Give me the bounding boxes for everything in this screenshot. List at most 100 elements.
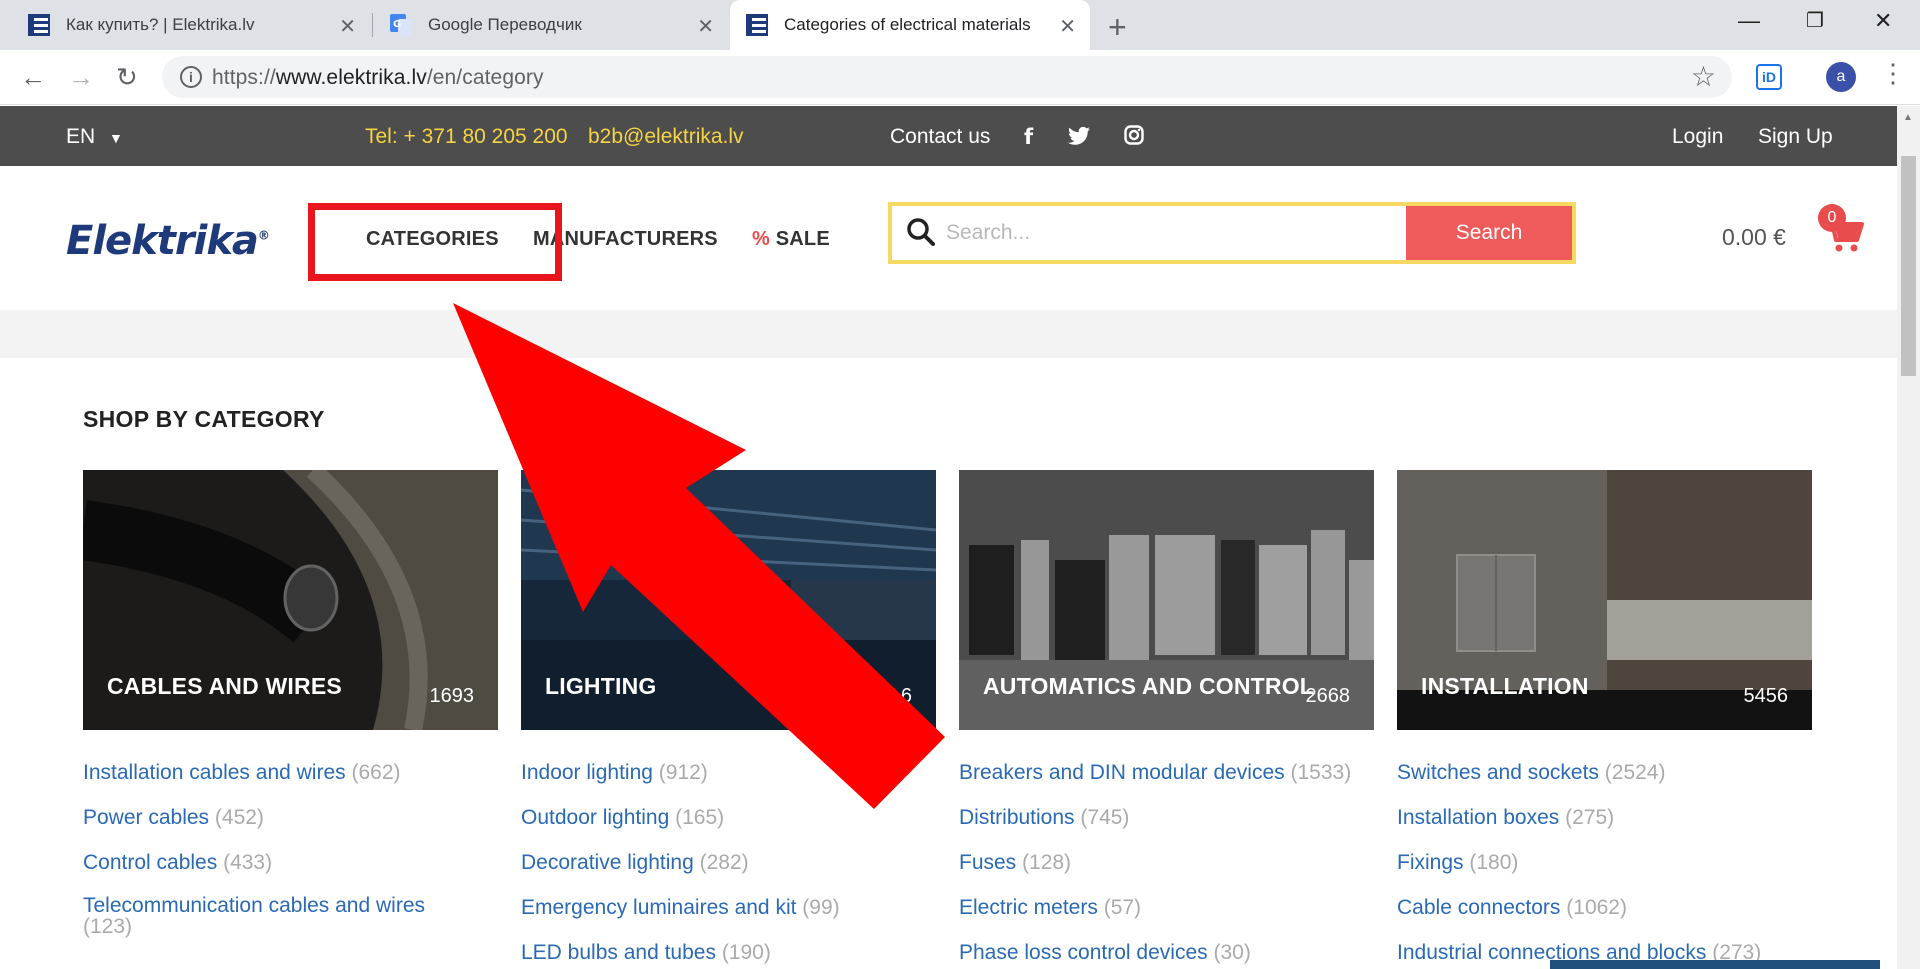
browser-tab-3-active[interactable]: Categories of electrical materials ✕ (730, 0, 1090, 50)
close-window-icon[interactable]: ✕ (1874, 8, 1892, 34)
subcategory-link[interactable]: Fuses (128) (959, 850, 1389, 875)
tab-title: Как купить? | Elektrika.lv (66, 15, 255, 34)
subcategory-label: Fuses (959, 851, 1017, 874)
subcategory-label: Outdoor lighting (521, 806, 670, 829)
subcategory-link[interactable]: Electric meters (57) (959, 895, 1389, 920)
subcategory-label: Indoor lighting (521, 761, 653, 784)
subcategory-count: (99) (802, 896, 840, 919)
subcategory-link[interactable]: Fixings (180) (1397, 850, 1827, 875)
subcategory-link[interactable]: Switches and sockets (2524) (1397, 760, 1827, 785)
subcategory-list-installation: Switches and sockets (2524) Installation… (1397, 760, 1827, 969)
reload-icon[interactable]: ↻ (116, 62, 138, 93)
profile-avatar[interactable]: a (1826, 62, 1856, 92)
subcategory-link[interactable]: Indoor lighting (912) (521, 760, 951, 785)
scrollbar-thumb[interactable] (1901, 156, 1916, 376)
subcategory-count: (190) (721, 941, 771, 964)
new-tab-icon[interactable]: + (1108, 9, 1127, 46)
scroll-up-icon[interactable]: ▲ (1903, 112, 1913, 123)
language-selector[interactable]: EN ▼ (66, 125, 123, 149)
browser-tab-1[interactable]: Как купить? | Elektrika.lv ✕ (0, 0, 370, 50)
subcategory-link[interactable]: Power cables (452) (83, 805, 473, 830)
subcategory-list-cables: Installation cables and wires (662) Powe… (83, 760, 473, 957)
category-card-installation[interactable]: INSTALLATION 5456 (1397, 470, 1812, 730)
subcategory-count: (275) (1565, 806, 1615, 829)
subcategory-link[interactable]: Emergency luminaires and kit (99) (521, 895, 951, 920)
search-button[interactable]: Search (1406, 206, 1572, 260)
address-bar[interactable]: i https://www.elektrika.lv/en/category ☆ (162, 56, 1732, 98)
category-card-cables[interactable]: CABLES AND WIRES 1693 (83, 470, 498, 730)
subcategory-label: Electric meters (959, 896, 1098, 919)
search-input[interactable] (946, 214, 1296, 252)
subcategory-link[interactable]: Distributions (745) (959, 805, 1389, 830)
search-box: Search (888, 202, 1576, 264)
subcategory-link[interactable]: Breakers and DIN modular devices (1533) (959, 760, 1389, 785)
email-link[interactable]: b2b@elektrika.lv (588, 125, 744, 149)
twitter-icon[interactable] (1068, 126, 1090, 146)
subcategory-label: Power cables (83, 806, 210, 829)
subcategory-count: (30) (1213, 941, 1251, 964)
subcategory-label: Cable connectors (1397, 896, 1561, 919)
subcategory-label: Installation boxes (1397, 806, 1560, 829)
subcategory-count: (282) (699, 851, 749, 874)
svg-text:G: G (393, 19, 401, 30)
subcategory-link[interactable]: LED bulbs and tubes (190) (521, 940, 951, 965)
phone-link[interactable]: Tel: + 371 80 205 200 (365, 125, 568, 149)
subcategory-label: Control cables (83, 851, 218, 874)
minimize-icon[interactable]: — (1738, 8, 1760, 34)
url-host: www.elektrika.lv (275, 66, 427, 89)
subcategory-link[interactable]: Installation boxes (275) (1397, 805, 1827, 830)
site-header: Elektrika® CATEGORIES MANUFACTURERS % SA… (0, 166, 1897, 310)
close-tab-icon[interactable]: ✕ (697, 14, 714, 39)
close-tab-icon[interactable]: ✕ (1059, 14, 1076, 39)
contact-us-link[interactable]: Contact us (890, 125, 990, 149)
category-count: 5456 (1743, 685, 1789, 707)
subcategory-label: Phase loss control devices (959, 941, 1208, 964)
elektrika-favicon-icon (28, 14, 50, 36)
site-info-icon[interactable]: i (180, 66, 202, 88)
category-card-automatics[interactable]: AUTOMATICS AND CONTROL 2668 (959, 470, 1374, 730)
cart-total[interactable]: 0.00 € (1722, 224, 1786, 251)
subcategory-link[interactable]: Telecommunication cables and wires (123) (83, 895, 473, 937)
subcategory-link[interactable]: Cable connectors (1062) (1397, 895, 1827, 920)
subcategory-count: (180) (1469, 851, 1519, 874)
chat-widget-bar[interactable] (1550, 960, 1880, 969)
logo-text: Elektrika (66, 218, 259, 264)
signup-link[interactable]: Sign Up (1758, 125, 1833, 149)
restore-icon[interactable]: ❐ (1806, 8, 1824, 33)
subcategory-label: Emergency luminaires and kit (521, 896, 797, 919)
url-path: /en/category (426, 66, 544, 89)
subcategory-link[interactable]: Control cables (433) (83, 850, 473, 875)
facebook-icon[interactable]: f (1024, 125, 1033, 149)
extension-id-icon[interactable]: iD (1756, 64, 1782, 90)
browser-tab-2[interactable]: G Google Переводчик ✕ (362, 0, 728, 50)
subcategory-list-lighting: Indoor lighting (912) Outdoor lighting (… (521, 760, 951, 969)
subcategory-link[interactable]: Phase loss control devices (30) (959, 940, 1389, 965)
instagram-icon[interactable] (1124, 125, 1144, 145)
subcategory-count: (662) (351, 761, 401, 784)
chevron-down-icon: ▼ (109, 130, 123, 146)
bookmark-star-icon[interactable]: ☆ (1691, 60, 1716, 93)
subcategory-count: (165) (675, 806, 725, 829)
close-tab-icon[interactable]: ✕ (339, 14, 356, 39)
subcategory-label: Breakers and DIN modular devices (959, 761, 1285, 784)
registered-mark: ® (257, 228, 270, 243)
category-card-lighting[interactable]: LIGHTING 6 (521, 470, 936, 730)
page-scrollbar[interactable]: ▲ (1897, 106, 1920, 969)
subcategory-link[interactable]: Installation cables and wires (662) (83, 760, 473, 785)
back-icon[interactable]: ← (20, 62, 46, 93)
forward-icon[interactable]: → (68, 62, 94, 93)
cart-count-badge: 0 (1818, 204, 1846, 232)
subcategory-link[interactable]: Outdoor lighting (165) (521, 805, 951, 830)
subcategory-count: (1533) (1290, 761, 1352, 784)
subcategory-count: (433) (223, 851, 273, 874)
section-title: SHOP BY CATEGORY (83, 406, 325, 432)
elektrika-logo[interactable]: Elektrika® (66, 218, 270, 264)
subcategory-link[interactable]: Decorative lighting (282) (521, 850, 951, 875)
nav-sale[interactable]: % SALE (752, 228, 830, 251)
elektrika-favicon-icon (746, 14, 768, 36)
login-link[interactable]: Login (1672, 125, 1723, 149)
category-count: 1693 (429, 685, 475, 707)
nav-sale-label: SALE (775, 228, 830, 250)
category-name: INSTALLATION (1421, 673, 1589, 699)
browser-menu-icon[interactable]: ⋮ (1880, 58, 1906, 89)
